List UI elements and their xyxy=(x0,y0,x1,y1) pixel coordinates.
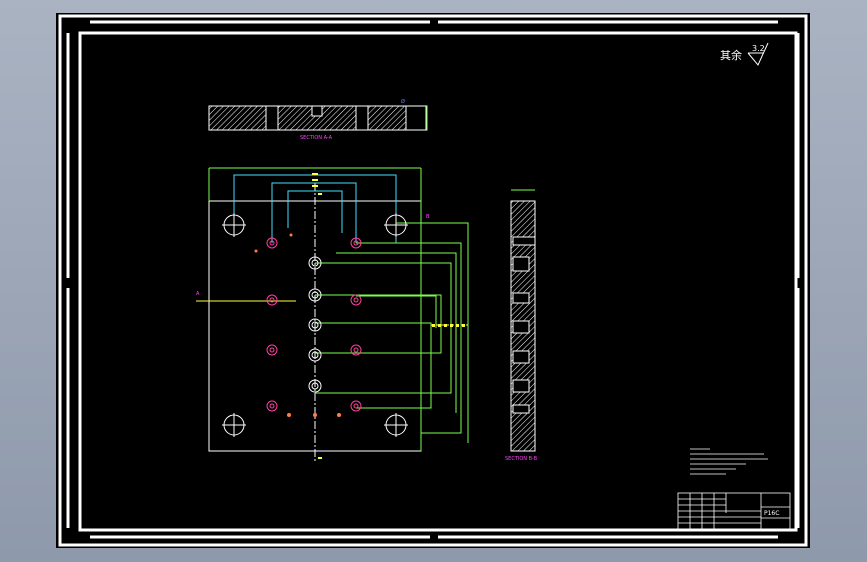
svg-text:A: A xyxy=(196,291,200,297)
technical-notes xyxy=(690,448,768,475)
plate-top-view: A B xyxy=(196,167,469,461)
svg-text:B: B xyxy=(426,214,430,220)
roughness-label: 其余 xyxy=(720,48,742,62)
section-b-label: SECTION B-B xyxy=(505,456,538,462)
svg-text:Ø: Ø xyxy=(401,98,405,105)
section-a-label: SECTION A-A xyxy=(300,135,333,141)
cad-drawing: 其余 3.2 SECTION A-A Ø A B SECTION B-B P16… xyxy=(58,14,808,547)
drawing-code: P16C xyxy=(764,510,779,517)
top-section-view: SECTION A-A Ø xyxy=(208,98,428,141)
surface-roughness-note: 其余 3.2 xyxy=(720,42,769,66)
side-section-view: SECTION B-B xyxy=(505,189,538,462)
drawing-sheet: 其余 3.2 SECTION A-A Ø A B SECTION B-B P16… xyxy=(56,13,810,548)
sheet-frame xyxy=(58,14,808,547)
roughness-value: 3.2 xyxy=(752,44,765,53)
